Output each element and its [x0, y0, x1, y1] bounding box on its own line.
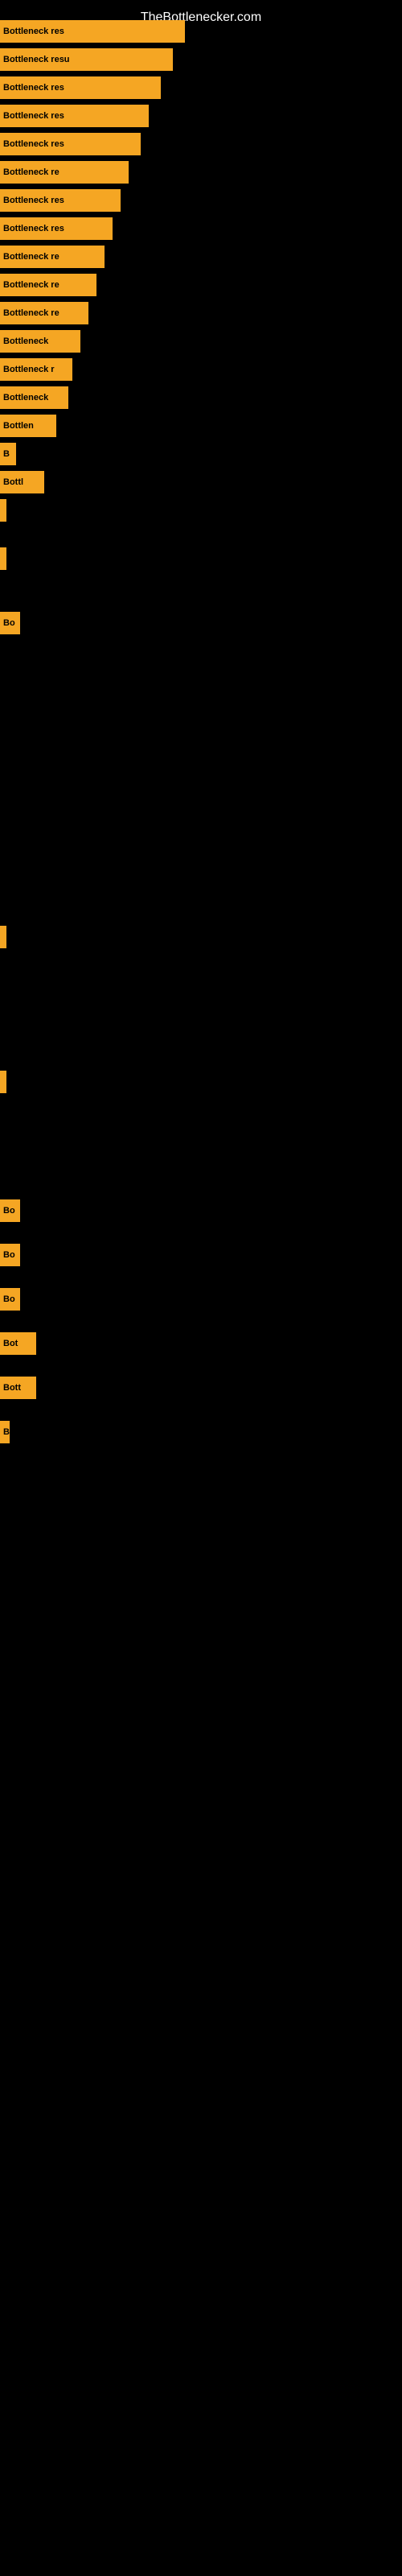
bottleneck-bar-2: Bottleneck res: [0, 76, 161, 99]
bottleneck-bar-27: B: [0, 1421, 10, 1443]
bottleneck-bar-18: [0, 547, 6, 570]
bottleneck-bar-6: Bottleneck res: [0, 189, 121, 212]
bottleneck-bar-10: Bottleneck re: [0, 302, 88, 324]
bottleneck-bar-23: Bo: [0, 1244, 20, 1266]
bottleneck-bar-9: Bottleneck re: [0, 274, 96, 296]
bottleneck-bar-0: Bottleneck res: [0, 20, 185, 43]
bottleneck-bar-11: Bottleneck: [0, 330, 80, 353]
bottleneck-bar-3: Bottleneck res: [0, 105, 149, 127]
bottleneck-bar-19: Bo: [0, 612, 20, 634]
bottleneck-bar-20: [0, 926, 6, 948]
bottleneck-bar-1: Bottleneck resu: [0, 48, 173, 71]
bottleneck-bar-26: Bott: [0, 1377, 36, 1399]
bottleneck-bar-25: Bot: [0, 1332, 36, 1355]
bottleneck-bar-22: Bo: [0, 1199, 20, 1222]
bottleneck-bar-4: Bottleneck res: [0, 133, 141, 155]
bottleneck-bar-17: [0, 499, 6, 522]
bottleneck-bar-8: Bottleneck re: [0, 246, 105, 268]
bottleneck-bar-7: Bottleneck res: [0, 217, 113, 240]
bottleneck-bar-15: B: [0, 443, 16, 465]
bottleneck-bar-21: [0, 1071, 6, 1093]
bottleneck-bar-13: Bottleneck: [0, 386, 68, 409]
bottleneck-bar-5: Bottleneck re: [0, 161, 129, 184]
bottleneck-bar-24: Bo: [0, 1288, 20, 1311]
bottleneck-bar-16: Bottl: [0, 471, 44, 493]
bottleneck-bar-12: Bottleneck r: [0, 358, 72, 381]
bottleneck-bar-14: Bottlen: [0, 415, 56, 437]
